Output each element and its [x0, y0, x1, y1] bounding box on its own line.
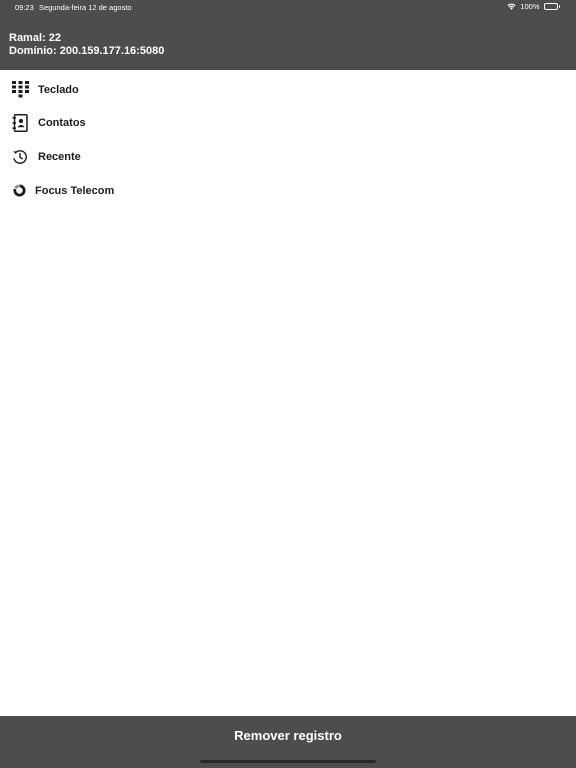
- keypad-icon: [11, 81, 29, 99]
- menu-label-teclado: Teclado: [38, 83, 79, 96]
- remove-registration-button[interactable]: Remover registro: [0, 716, 576, 754]
- app-screen: 09:23 Segunda-feira 12 de agosto 100% Ra…: [0, 0, 576, 768]
- ramal-label: Ramal: 22: [9, 32, 61, 44]
- menu-item-teclado[interactable]: Teclado: [0, 73, 576, 107]
- menu-label-recente: Recente: [38, 150, 81, 163]
- menu-label-contatos: Contatos: [38, 117, 86, 130]
- battery-icon: [543, 3, 560, 10]
- battery-percent: 100%: [520, 2, 540, 11]
- side-menu: Teclado Contatos Recente Focus Telecom: [0, 73, 576, 207]
- account-info: Ramal: 22 Domínio: 200.159.177.16:5080: [9, 32, 164, 57]
- status-time: 09:23: [15, 3, 34, 12]
- status-indicators: 100%: [507, 2, 560, 11]
- menu-label-focus-telecom: Focus Telecom: [35, 184, 115, 197]
- domain-label: Domínio: 200.159.177.16:5080: [9, 44, 165, 57]
- history-clock-icon: [11, 148, 29, 166]
- status-date: Segunda-feira 12 de agosto: [39, 3, 132, 12]
- home-indicator[interactable]: [200, 760, 376, 763]
- menu-item-recente[interactable]: Recente: [0, 140, 576, 174]
- focus-telecom-logo-icon: [11, 182, 27, 200]
- menu-item-focus-telecom[interactable]: Focus Telecom: [0, 174, 576, 208]
- contacts-book-icon: [11, 114, 29, 133]
- header: 09:23 Segunda-feira 12 de agosto 100% Ra…: [0, 0, 576, 70]
- menu-item-contatos[interactable]: Contatos: [0, 107, 576, 141]
- status-bar: 09:23 Segunda-feira 12 de agosto 100%: [0, 0, 576, 14]
- wifi-icon: [507, 3, 516, 10]
- footer-bar: Remover registro: [0, 716, 576, 768]
